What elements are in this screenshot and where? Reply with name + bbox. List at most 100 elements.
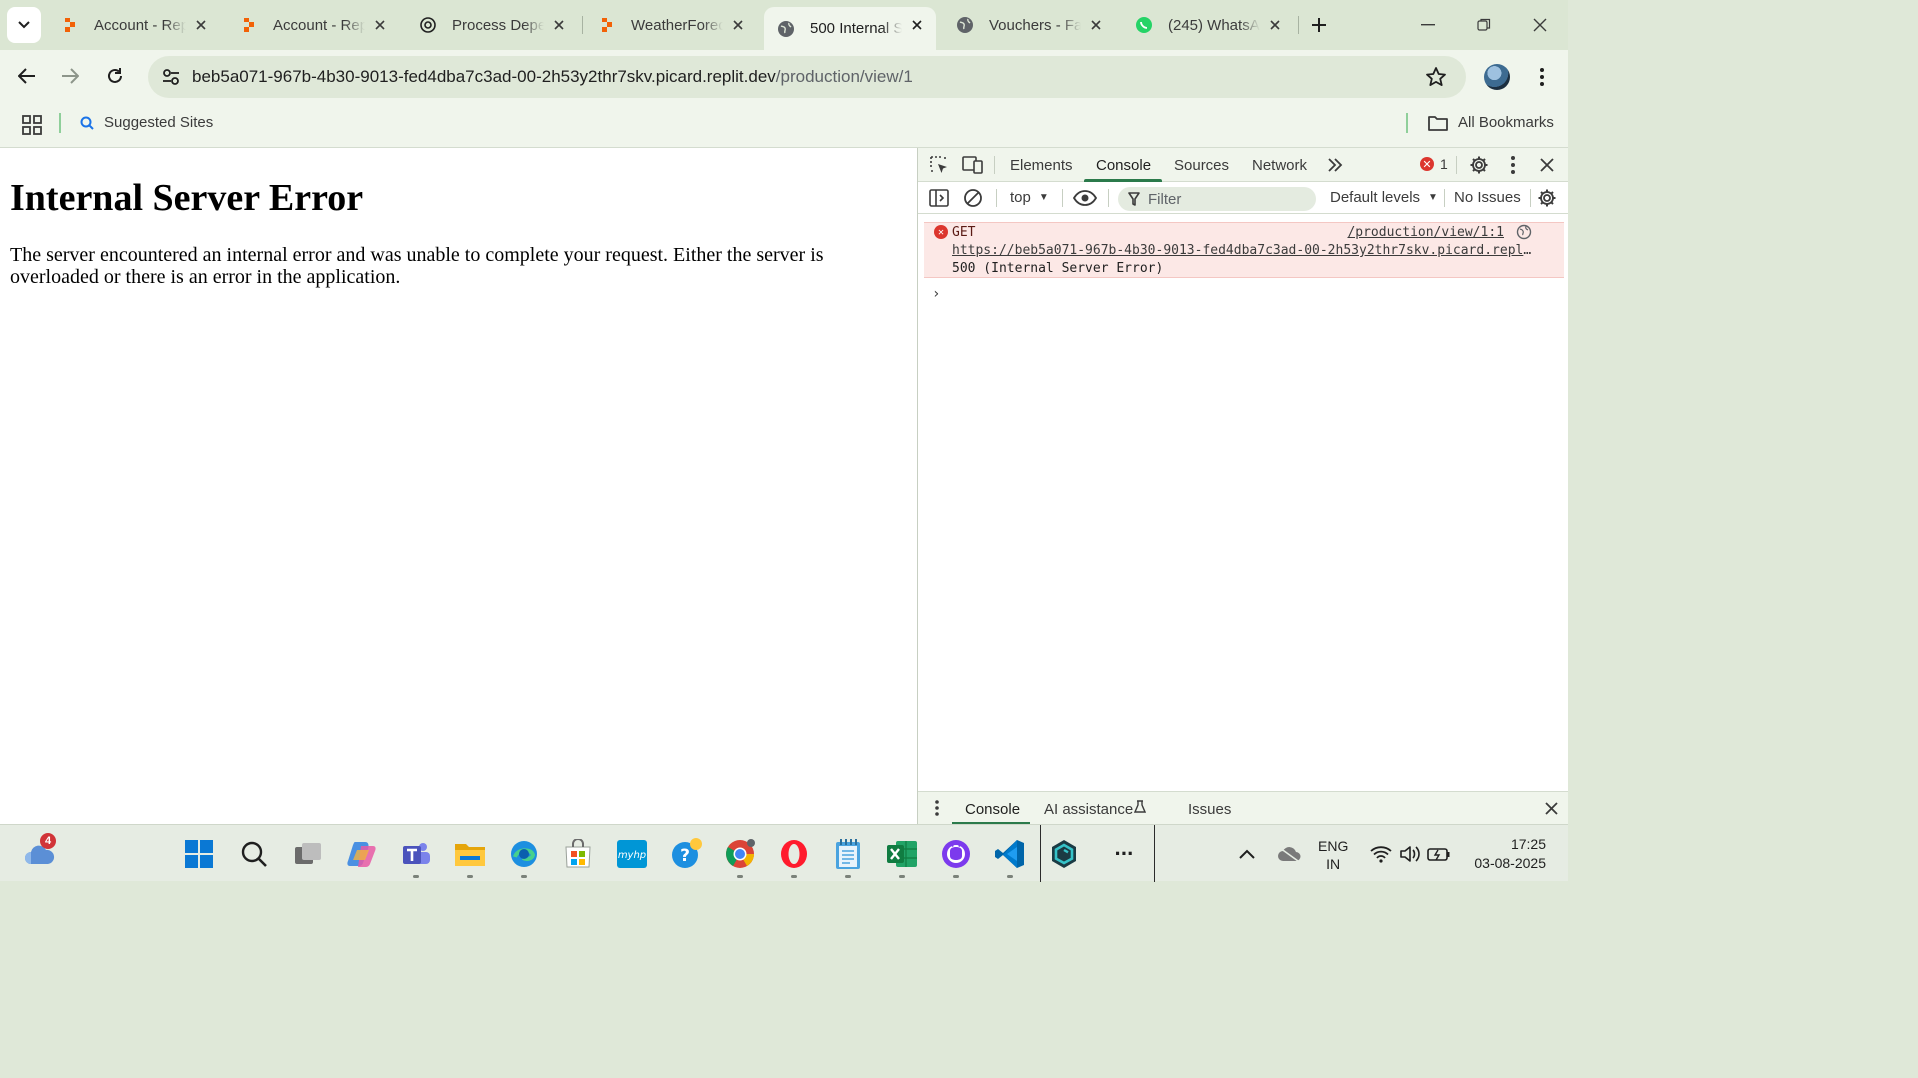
drawer-tab-issues[interactable]: Issues bbox=[1188, 801, 1231, 818]
running-indicator bbox=[953, 875, 959, 878]
show-hidden-icons-chevron-icon[interactable] bbox=[1230, 837, 1264, 871]
console-filter-input[interactable]: Filter bbox=[1118, 187, 1316, 211]
microsoft-store-icon[interactable] bbox=[561, 837, 595, 871]
devtools-tab-elements[interactable]: Elements bbox=[1010, 157, 1073, 174]
drawer-menu-icon[interactable] bbox=[924, 795, 950, 821]
back-button[interactable] bbox=[11, 60, 43, 92]
chrome-icon[interactable] bbox=[723, 837, 757, 871]
globe-icon bbox=[955, 15, 975, 35]
site-info-icon[interactable] bbox=[156, 62, 186, 92]
close-tab-icon[interactable] bbox=[1266, 16, 1284, 34]
devtools-tab-sources[interactable]: Sources bbox=[1174, 157, 1229, 174]
browser-tab[interactable]: Vouchers - Factory bbox=[943, 7, 1115, 43]
vscode-icon[interactable] bbox=[993, 837, 1027, 871]
copilot-icon[interactable] bbox=[345, 837, 379, 871]
settings-gear-icon[interactable] bbox=[1466, 152, 1492, 178]
taskbar-search-icon[interactable] bbox=[237, 837, 271, 871]
get-help-icon[interactable]: ? bbox=[669, 837, 703, 871]
devtools-tab-network[interactable]: Network bbox=[1252, 157, 1307, 174]
file-explorer-icon[interactable] bbox=[453, 837, 487, 871]
tab-divider bbox=[1298, 16, 1299, 34]
close-tab-icon[interactable] bbox=[1087, 16, 1105, 34]
console-prompt[interactable]: › bbox=[932, 286, 940, 302]
drawer-tab-ai-assistance[interactable]: AI assistance bbox=[1044, 801, 1133, 818]
request-url-link[interactable]: https://beb5a071-967b-4b30-9013-fed4dba7… bbox=[952, 243, 1537, 258]
devtools-menu-icon[interactable] bbox=[1500, 152, 1526, 178]
devtools-divider bbox=[1108, 189, 1109, 207]
myhp-icon[interactable]: myhp bbox=[615, 837, 649, 871]
minimize-button[interactable] bbox=[1408, 10, 1448, 40]
clock-time: 17:25 bbox=[1510, 836, 1546, 852]
input-language-indicator[interactable]: ENG IN bbox=[1318, 837, 1348, 873]
windows-start-icon[interactable] bbox=[182, 837, 216, 871]
bookmarks-bar: Suggested Sites All Bookmarks bbox=[0, 102, 1568, 148]
drawer-tab-console[interactable]: Console bbox=[965, 801, 1020, 818]
all-bookmarks-button[interactable]: All Bookmarks bbox=[1428, 114, 1554, 131]
battery-icon[interactable] bbox=[1422, 837, 1456, 871]
new-tab-button[interactable] bbox=[1306, 12, 1332, 38]
close-tab-icon[interactable] bbox=[371, 16, 389, 34]
close-tab-icon[interactable] bbox=[908, 16, 926, 34]
arrow-left-icon bbox=[18, 68, 35, 84]
device-toolbar-icon[interactable] bbox=[960, 152, 986, 178]
source-location-link[interactable]: /production/view/1:1 bbox=[1347, 225, 1504, 240]
taskbar-divider bbox=[1040, 825, 1041, 882]
plus-icon bbox=[1312, 18, 1326, 32]
github-desktop-icon[interactable] bbox=[939, 837, 973, 871]
sidebar-toggle-icon[interactable] bbox=[926, 185, 952, 211]
tab-title: (245) WhatsApp bbox=[1168, 16, 1260, 34]
browser-tab[interactable]: Account - Replit bbox=[227, 7, 399, 43]
bookmarks-divider bbox=[59, 113, 61, 133]
address-bar[interactable]: beb5a071-967b-4b30-9013-fed4dba7c3ad-00-… bbox=[148, 56, 1466, 98]
devtools-divider bbox=[994, 156, 995, 174]
devtools-tab-console[interactable]: Console bbox=[1096, 157, 1151, 174]
close-tab-icon[interactable] bbox=[192, 16, 210, 34]
search-icon bbox=[80, 116, 94, 130]
tab-search-button[interactable] bbox=[7, 7, 41, 43]
inspect-element-icon[interactable] bbox=[926, 152, 952, 178]
error-count-badge[interactable]: ✕ 1 bbox=[1420, 156, 1448, 172]
notepad-icon[interactable] bbox=[831, 837, 865, 871]
close-window-button[interactable] bbox=[1520, 10, 1560, 40]
network-globe-icon[interactable] bbox=[1516, 224, 1532, 240]
opera-icon[interactable] bbox=[777, 837, 811, 871]
teams-icon[interactable] bbox=[399, 837, 433, 871]
issues-counter[interactable]: No Issues bbox=[1454, 189, 1521, 206]
url-text[interactable]: beb5a071-967b-4b30-9013-fed4dba7c3ad-00-… bbox=[192, 67, 913, 87]
restore-button[interactable] bbox=[1464, 10, 1504, 40]
forward-button[interactable] bbox=[54, 60, 86, 92]
context-selector[interactable]: top ▼ bbox=[1010, 189, 1049, 206]
browser-tab[interactable]: WeatherForecast bbox=[585, 7, 757, 43]
close-drawer-icon[interactable] bbox=[1538, 795, 1564, 821]
app-hexagon-icon[interactable] bbox=[1047, 837, 1081, 871]
prompt-chevron-icon: › bbox=[932, 286, 941, 302]
browser-menu-button[interactable] bbox=[1530, 64, 1554, 90]
onedrive-icon[interactable] bbox=[1272, 837, 1306, 871]
browser-tab[interactable]: Account - Replit bbox=[48, 7, 220, 43]
bookmark-star-icon[interactable] bbox=[1424, 65, 1448, 89]
log-levels-dropdown[interactable]: Default levels ▼ bbox=[1330, 189, 1438, 206]
restore-icon bbox=[1477, 18, 1491, 31]
edge-browser-icon[interactable] bbox=[507, 837, 541, 871]
live-expression-eye-icon[interactable] bbox=[1072, 185, 1098, 211]
task-view-icon[interactable] bbox=[291, 837, 325, 871]
suggested-sites-bookmark[interactable]: Suggested Sites bbox=[80, 114, 213, 131]
close-tab-icon[interactable] bbox=[729, 16, 747, 34]
browser-tab[interactable]: Process Dependencies bbox=[406, 7, 578, 43]
tab-title: Vouchers - Factory bbox=[989, 16, 1081, 34]
excel-icon[interactable] bbox=[885, 837, 919, 871]
clear-console-icon[interactable] bbox=[960, 185, 986, 211]
apps-grid-icon[interactable] bbox=[20, 113, 44, 137]
profile-avatar[interactable] bbox=[1484, 64, 1510, 90]
reload-button[interactable] bbox=[99, 60, 131, 92]
system-clock[interactable]: 17:25 03-08-2025 bbox=[1474, 835, 1546, 873]
browser-tab[interactable]: (245) WhatsApp bbox=[1122, 7, 1294, 43]
close-tab-icon[interactable] bbox=[550, 16, 568, 34]
bookmarks-divider bbox=[1406, 113, 1408, 133]
console-settings-gear-icon[interactable] bbox=[1534, 185, 1560, 211]
browser-tab-active[interactable]: 500 Internal Server Error bbox=[764, 7, 936, 50]
close-devtools-icon[interactable] bbox=[1534, 152, 1560, 178]
more-apps-button[interactable]: ··· bbox=[1107, 837, 1141, 871]
more-tabs-icon[interactable] bbox=[1322, 152, 1348, 178]
request-method: GET bbox=[952, 225, 976, 240]
